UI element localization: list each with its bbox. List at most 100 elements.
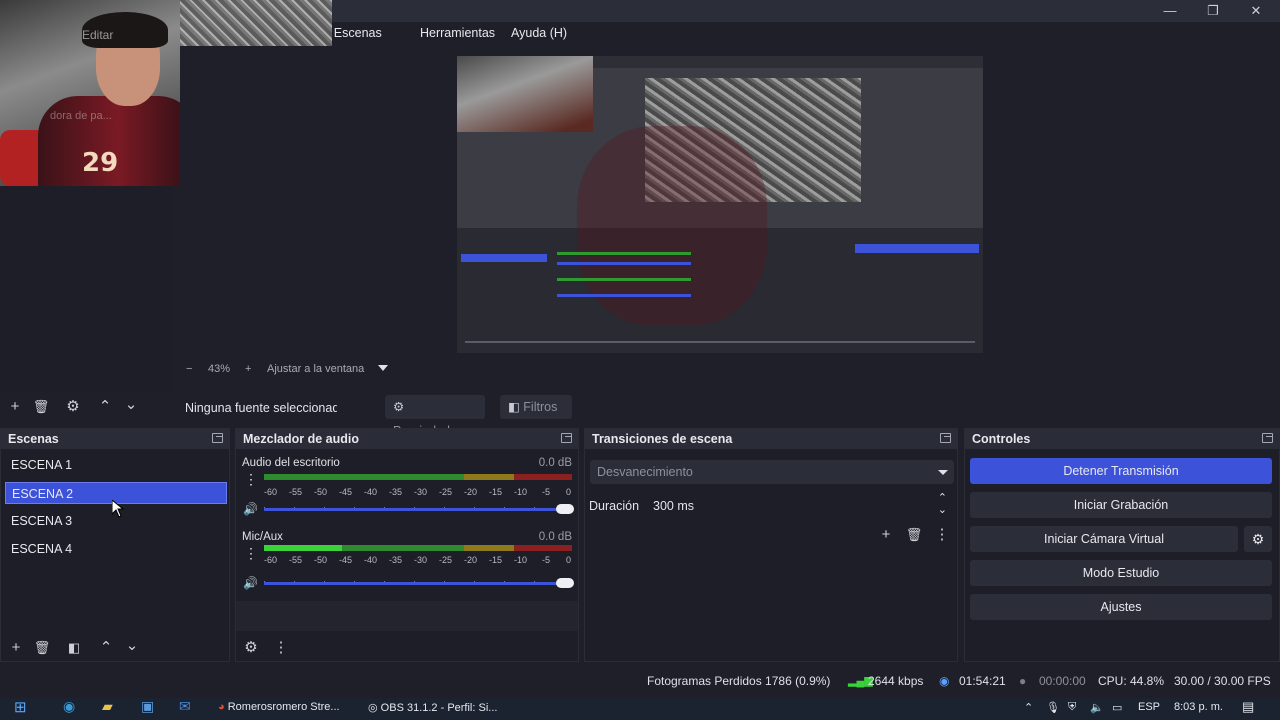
- remove-scene-icon[interactable]: 🗑: [33, 639, 51, 657]
- network-icon[interactable]: ▭: [1112, 701, 1122, 714]
- mail-icon[interactable]: ✉: [179, 698, 191, 715]
- mixer-channel-desktop: Audio del escritorio 0.0 dB ⋮ -60 -55 -50-…: [242, 457, 574, 521]
- close-button[interactable]: ✕: [1236, 1, 1276, 21]
- gear-icon: ⚙: [393, 400, 405, 414]
- windows-start-icon[interactable]: ⊞: [14, 698, 27, 716]
- duration-value: 300 ms: [653, 499, 694, 513]
- source-toolbar: Ninguna fuente seleccionada ⚙ Propiedade…: [0, 392, 1280, 438]
- dropdown-caret-icon: [938, 470, 948, 475]
- taskbar-chrome[interactable]: ◕ Romerosromero Stre...: [218, 701, 340, 713]
- cpu-usage: CPU: 44.8%: [1098, 674, 1165, 688]
- mixer-menu-icon[interactable]: ⋮: [272, 639, 290, 657]
- volume-fader[interactable]: [264, 504, 574, 514]
- settings-button[interactable]: Ajustes: [970, 594, 1272, 620]
- stream-icon: ◉: [939, 674, 950, 688]
- folder-icon[interactable]: ▰: [102, 698, 113, 715]
- audio-mixer-dock: Mezclador de audio Audio del escritorio …: [235, 428, 579, 662]
- minimize-button[interactable]: —: [1150, 1, 1190, 21]
- preview-nested-meter-2: [557, 278, 691, 281]
- filter-icon[interactable]: ◧: [65, 639, 83, 657]
- filter-icon: ◧: [508, 400, 520, 414]
- speaker-icon[interactable]: 🔊: [243, 576, 258, 590]
- add-transition-icon[interactable]: +: [877, 526, 895, 544]
- speaker-icon[interactable]: 🔊: [243, 502, 258, 516]
- channel-menu-icon[interactable]: ⋮: [244, 545, 258, 562]
- preview-nested-webcam: [457, 56, 593, 132]
- chevron-up-icon[interactable]: ⌃: [97, 639, 115, 657]
- preview-nested-fader-2: [557, 294, 691, 297]
- menu-edit-ghost: Editar: [82, 28, 114, 42]
- float-dock-icon[interactable]: [940, 433, 951, 443]
- duration-label: Duración: [589, 499, 640, 513]
- float-dock-icon[interactable]: [212, 433, 223, 443]
- fader-knob[interactable]: [556, 504, 574, 514]
- float-dock-icon[interactable]: [561, 433, 572, 443]
- filters-button[interactable]: ◧ Filtros: [500, 395, 572, 419]
- tray-chevron-up-icon[interactable]: ⌃: [1024, 701, 1033, 714]
- controls-title: Controles: [972, 432, 1031, 446]
- zoom-bar: − 43% + Ajustar a la ventana: [180, 360, 1280, 380]
- scene-item[interactable]: ESCENA 1: [5, 454, 227, 476]
- properties-button[interactable]: ⚙ Propiedades: [385, 395, 485, 438]
- mixer-empty-area: [236, 601, 578, 631]
- no-source-label: Ninguna fuente seleccionada: [185, 401, 337, 415]
- filters-label: Filtros: [523, 400, 558, 414]
- start-virtual-camera-button[interactable]: Iniciar Cámara Virtual: [970, 526, 1238, 552]
- float-dock-icon[interactable]: [1262, 433, 1273, 443]
- preview-canvas[interactable]: [457, 56, 983, 353]
- volume-icon[interactable]: 🔈: [1090, 701, 1104, 714]
- menu-help[interactable]: Ayuda (H): [511, 26, 567, 40]
- notifications-icon[interactable]: ▤: [1242, 699, 1254, 715]
- taskbar-obs-label: OBS 31.1.2 - Perfil: Si...: [380, 702, 498, 714]
- volume-fader[interactable]: [264, 578, 574, 588]
- microphone-icon[interactable]: 🎙: [1046, 701, 1060, 714]
- channel-menu-icon[interactable]: ⋮: [244, 471, 258, 488]
- stream-time: 01:54:21: [959, 674, 1006, 688]
- mixer-settings-icon[interactable]: ⚙: [242, 639, 260, 657]
- zoom-in-button[interactable]: +: [245, 363, 251, 375]
- taskbar-obs[interactable]: ◎ OBS 31.1.2 - Perfil: Si...: [368, 701, 497, 714]
- virtual-camera-settings-icon[interactable]: ⚙: [1244, 526, 1272, 552]
- preview-nested-control: [855, 244, 979, 253]
- edge-icon[interactable]: ◉: [63, 698, 75, 715]
- security-icon[interactable]: ⛨: [1068, 701, 1076, 714]
- clock[interactable]: 8:03 p. m.: [1174, 701, 1223, 713]
- zoom-out-button[interactable]: −: [186, 363, 192, 375]
- channel-db: 0.0 dB: [538, 457, 572, 469]
- remove-transition-icon[interactable]: 🗑: [905, 526, 923, 544]
- restore-button[interactable]: ❐: [1193, 1, 1233, 21]
- sources-panel: [0, 186, 172, 392]
- preview-nested-meter: [557, 252, 691, 255]
- channel-name: Audio del escritorio: [242, 457, 340, 469]
- chevron-down-icon[interactable]: ⌄: [938, 503, 947, 516]
- meter-ticks: -60 -55 -50 -45 -40 -35 -30 -25 -20 -15 -10 -5 0: [264, 555, 572, 565]
- transitions-title: Transiciones de escena: [592, 432, 733, 446]
- menu-tools[interactable]: Herramientas: [420, 26, 495, 40]
- taskbar: ⊞ ◉ ▰ ▣ ✉ ◕ Romerosromero Stre... ◎ OBS …: [0, 698, 1280, 720]
- language-indicator[interactable]: ESP: [1138, 701, 1160, 713]
- fit-window-button[interactable]: Ajustar a la ventana: [267, 363, 364, 375]
- start-recording-button[interactable]: Iniciar Grabación: [970, 492, 1272, 518]
- scenes-dock: Escenas ESCENA 1 ESCENA 2 ESCENA 3 ESCEN…: [0, 428, 230, 662]
- add-scene-icon[interactable]: +: [7, 639, 25, 657]
- channel-name: Mic/Aux: [242, 531, 283, 543]
- studio-mode-button[interactable]: Modo Estudio: [970, 560, 1272, 586]
- chrome-icon: ◕: [218, 701, 225, 713]
- controls-dock-header: Controles: [965, 429, 1279, 449]
- channel-db: 0.0 dB: [538, 531, 572, 543]
- transition-select[interactable]: Desvanecimiento: [590, 460, 954, 484]
- bitrate: 2644 kbps: [868, 674, 924, 688]
- chevron-down-icon[interactable]: ⌄: [123, 637, 141, 655]
- fader-knob[interactable]: [556, 578, 574, 588]
- store-icon[interactable]: ▣: [141, 698, 154, 715]
- zoom-dropdown-icon[interactable]: [378, 365, 388, 371]
- stop-streaming-button[interactable]: Detener Transmisión: [970, 458, 1272, 484]
- volume-meter: [264, 545, 572, 551]
- duration-spinbox[interactable]: 300 ms ⌃ ⌄: [647, 492, 953, 519]
- preview-nested-fader: [557, 262, 691, 265]
- transitions-dock-header: Transiciones de escena: [585, 429, 957, 449]
- transition-menu-icon[interactable]: ⋮: [933, 526, 951, 544]
- scene-item[interactable]: ESCENA 4: [5, 538, 227, 560]
- dropped-frames: Fotogramas Perdidos 1786 (0.9%): [647, 674, 831, 688]
- webcam-ghost-text: dora de pa...: [50, 110, 112, 122]
